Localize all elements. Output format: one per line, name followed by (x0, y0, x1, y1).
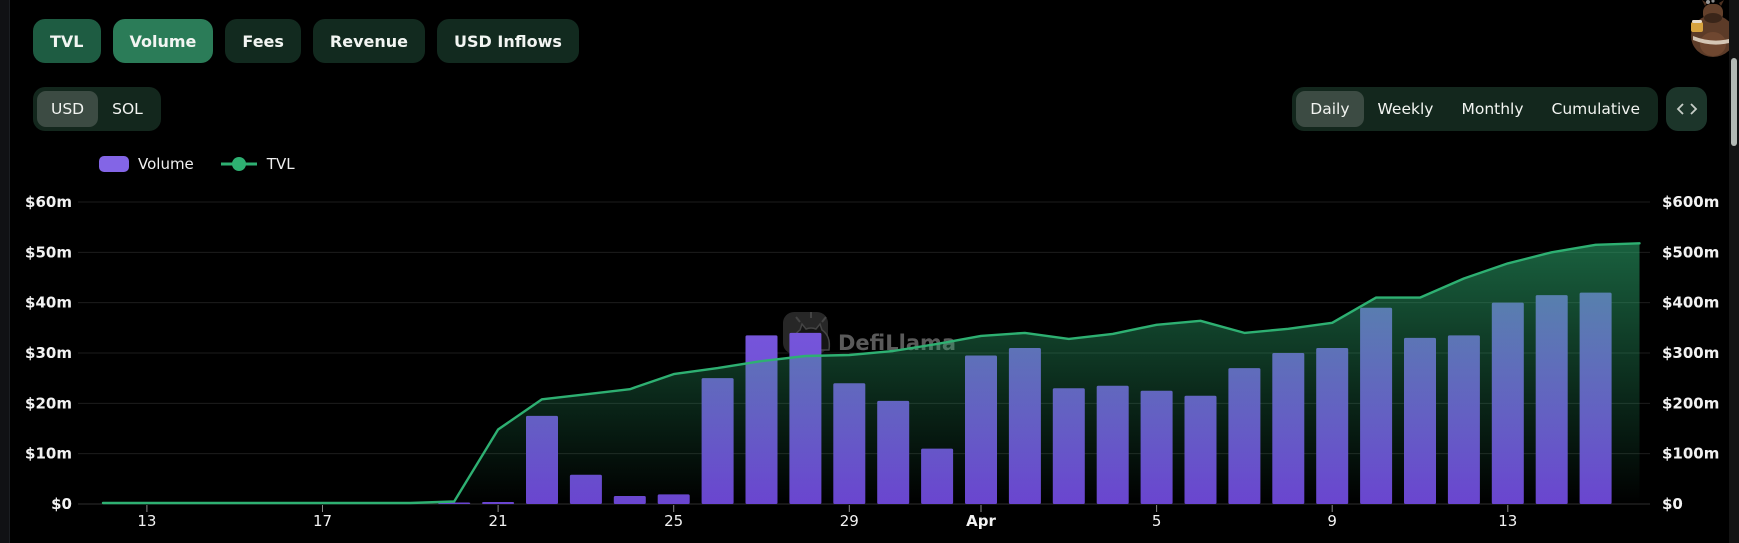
chart-legend: Volume TVL (99, 155, 295, 173)
x-axis-label: 21 (489, 512, 508, 530)
volume-swatch-icon (99, 156, 129, 172)
code-brackets-icon (1676, 103, 1697, 115)
metric-button-usd-inflows[interactable]: USD Inflows (437, 19, 579, 63)
y-axis-label-left: $0 (51, 495, 72, 513)
metric-button-fees[interactable]: Fees (225, 19, 301, 63)
currency-toggle: USD SOL (33, 87, 161, 131)
y-axis-label-left: $40m (25, 294, 72, 312)
legend-tvl-label: TVL (266, 155, 295, 173)
tvl-line-dot-icon (220, 157, 257, 171)
legend-item-tvl[interactable]: TVL (220, 155, 295, 173)
llama-mascot (1691, 0, 1735, 57)
metric-button-revenue[interactable]: Revenue (312, 19, 426, 63)
y-axis-label-left: $50m (25, 243, 72, 261)
y-axis-label-left: $20m (25, 394, 72, 412)
x-axis-label: 5 (1152, 512, 1162, 530)
scrollbar-track[interactable] (1729, 0, 1739, 543)
x-axis-label: 29 (840, 512, 859, 530)
metric-button-volume[interactable]: Volume (112, 19, 214, 63)
currency-option-usd[interactable]: USD (37, 91, 99, 127)
y-axis-label-right: $0 (1662, 495, 1683, 513)
interval-option-daily[interactable]: Daily (1296, 91, 1364, 127)
y-axis-label-left: $10m (25, 445, 72, 463)
embed-code-button[interactable] (1666, 87, 1707, 131)
x-axis-label: 9 (1327, 512, 1337, 530)
y-axis-label-right: $200m (1662, 394, 1719, 412)
y-axis-label-left: $60m (25, 193, 72, 211)
y-axis-label-right: $600m (1662, 193, 1719, 211)
chart-panel: $0 $0 $10m $100m $20m $200m $30m $300m $40m $400m… (0, 0, 1739, 543)
x-axis-label: 13 (137, 512, 156, 530)
y-axis-label-right: $500m (1662, 243, 1719, 261)
volume-tvl-chart[interactable]: $0 $0 $10m $100m $20m $200m $30m $300m $40m $400m… (0, 0, 1739, 543)
x-axis-label: 13 (1498, 512, 1517, 530)
legend-volume-label: Volume (138, 155, 194, 173)
currency-option-sol[interactable]: SOL (98, 91, 157, 127)
interval-option-cumulative[interactable]: Cumulative (1538, 91, 1654, 127)
legend-item-volume[interactable]: Volume (99, 155, 194, 173)
metric-button-tvl[interactable]: TVL (33, 19, 101, 63)
scrollbar-thumb[interactable] (1731, 58, 1737, 146)
tvl-area (103, 243, 1640, 505)
y-axis-label-left: $30m (25, 344, 72, 362)
metric-button-row: TVL Volume Fees Revenue USD Inflows (33, 19, 579, 63)
x-axis-label: 17 (313, 512, 332, 530)
y-axis-label-right: $100m (1662, 445, 1719, 463)
x-axis-label: Apr (966, 512, 996, 530)
x-axis-label: 25 (664, 512, 683, 530)
interval-option-weekly[interactable]: Weekly (1364, 91, 1448, 127)
interval-option-monthly[interactable]: Monthly (1447, 91, 1537, 127)
interval-toggle: Daily Weekly Monthly Cumulative (1292, 87, 1658, 131)
y-axis-label-right: $300m (1662, 344, 1719, 362)
y-axis-label-right: $400m (1662, 294, 1719, 312)
